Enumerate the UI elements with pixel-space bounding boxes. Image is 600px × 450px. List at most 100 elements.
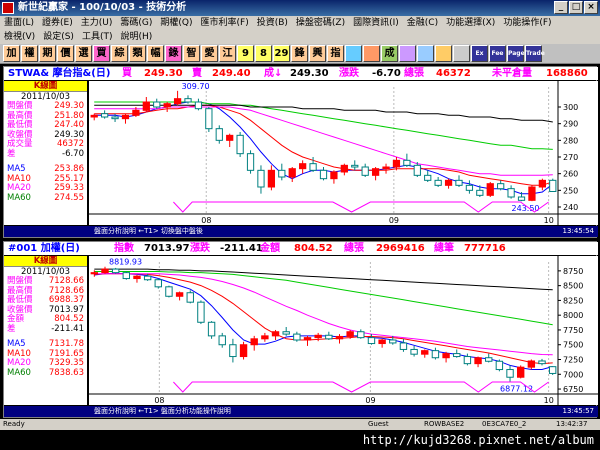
candle: [121, 114, 130, 120]
toolbar-button-7[interactable]: 綜: [111, 45, 128, 62]
menu-item-5[interactable]: 期權(Q): [156, 16, 196, 30]
candle: [267, 169, 276, 188]
x-tick-label: 08: [201, 216, 211, 225]
toolbar-button-17[interactable]: 鋒: [291, 45, 308, 62]
menu-item-8[interactable]: 操盤密碼(Z): [292, 16, 349, 30]
toolbar-button-5[interactable]: 選: [75, 45, 92, 62]
menu-item-2[interactable]: 證券(E): [38, 16, 77, 30]
info-row: 差 -6.70: [4, 149, 87, 160]
candle: [257, 169, 265, 188]
menu-item-12[interactable]: 功能操作(F): [499, 16, 555, 30]
toolbar-button-13[interactable]: 江: [219, 45, 236, 62]
candle: [288, 168, 296, 178]
toolbar-button-18[interactable]: 興: [309, 45, 326, 62]
candle: [465, 184, 474, 191]
menu-item-4[interactable]: 說明(H): [116, 30, 156, 44]
toolbar-button-12[interactable]: 愛: [201, 45, 218, 62]
volume-value: 46372: [436, 68, 471, 79]
maximize-button[interactable]: □: [569, 1, 583, 14]
candle: [497, 183, 505, 190]
toolbar-button-24[interactable]: [417, 45, 434, 62]
toolbar-button-3[interactable]: 期: [39, 45, 56, 62]
series-line-ma60: [94, 271, 553, 326]
toolbar-button-11[interactable]: 智: [183, 45, 200, 62]
toolbar-button-19[interactable]: 指: [327, 45, 344, 62]
menu-item-2[interactable]: 設定(S): [39, 30, 78, 44]
candle: [399, 342, 408, 350]
toolbar-button-6[interactable]: 買: [93, 45, 110, 62]
menu-item-11[interactable]: 功能選擇(X): [442, 16, 499, 30]
toolbar-button-9[interactable]: 幅: [147, 45, 164, 62]
candle: [101, 268, 109, 274]
info-row: 差 -211.41: [4, 324, 87, 335]
change-label: 漲跌: [339, 68, 359, 79]
x-tick-label: 09: [389, 216, 399, 225]
index-label: 指數: [114, 243, 134, 254]
toolbar-button-26[interactable]: [453, 45, 470, 62]
toolbar-button-4[interactable]: 價: [57, 45, 74, 62]
minimize-button[interactable]: _: [554, 1, 568, 14]
sell-label: 賣: [192, 68, 202, 79]
toolbar-button-22[interactable]: 成: [381, 45, 398, 62]
y-tick-label: 7000: [563, 370, 583, 379]
candle: [132, 109, 140, 116]
menu-item-1[interactable]: 檢視(V): [0, 30, 39, 44]
toolbar-button-29[interactable]: Page: [507, 45, 525, 62]
candlestick-chart[interactable]: 300 290 280 270 260 250 240 08 09 10 309.70 243.50: [89, 81, 598, 226]
toolbar-button-28[interactable]: Fee: [489, 45, 506, 62]
candle: [122, 272, 131, 280]
toolbar-button-30[interactable]: Trade: [525, 45, 545, 62]
x-tick-label: 08: [154, 396, 164, 405]
toolbar-button-1[interactable]: 加: [3, 45, 20, 62]
menu-item-9[interactable]: 國際資訊(I): [349, 16, 403, 30]
low-annotation: 6877.12: [500, 385, 533, 394]
menu-item-1[interactable]: 畫面(L): [0, 16, 38, 30]
panel-status: 盤面分析說明 ←T1> 盤面分析功能操作說明 13:45:57: [4, 406, 598, 417]
deal-price: 249.30: [290, 68, 329, 79]
toolbar-button-10[interactable]: 錄: [165, 45, 182, 62]
toolbar-button-21[interactable]: [363, 45, 380, 62]
menu-item-6[interactable]: 匯市利率(F): [197, 16, 253, 30]
menu-item-7[interactable]: 投資(B): [253, 16, 292, 30]
menu-item-4[interactable]: 籌碼(G): [116, 16, 156, 30]
toolbar-button-25[interactable]: [435, 45, 452, 62]
toolbar-button-20[interactable]: [345, 45, 362, 62]
candle: [309, 163, 317, 171]
status-user: Guest: [368, 420, 389, 428]
close-button[interactable]: ×: [584, 1, 598, 14]
toolbar-button-15[interactable]: 8: [255, 45, 272, 62]
candle: [527, 360, 536, 368]
candle: [236, 134, 244, 155]
toolbar-button-14[interactable]: 9: [237, 45, 254, 62]
y-tick-label: 7750: [563, 326, 583, 335]
menu-item-3[interactable]: 主力(U): [77, 16, 117, 30]
symbol-name: #001 加權(日): [8, 243, 80, 254]
open-interest-value: 168860: [546, 68, 588, 79]
toolbar-button-23[interactable]: [399, 45, 416, 62]
candle: [517, 196, 526, 201]
high-annotation: 8819.93: [109, 258, 142, 267]
status-ready: Ready: [3, 420, 25, 428]
window-controls: _ □ ×: [554, 1, 598, 14]
candle: [165, 286, 173, 297]
change-label: 漲跌: [190, 243, 210, 254]
toolbar-button-2[interactable]: 權: [21, 45, 38, 62]
count-label: 總筆: [434, 243, 454, 254]
candle: [197, 301, 205, 323]
menu-item-10[interactable]: 金融(C): [403, 16, 442, 30]
panel-status-text: 盤面分析說明 ←T1> 切換盤中盤後: [94, 227, 203, 235]
indicator-line: [173, 201, 549, 213]
symbol-name: STWA& 摩台指&(日): [8, 68, 111, 79]
menu-item-3[interactable]: 工具(T): [78, 30, 117, 44]
toolbar-button-16[interactable]: 29: [273, 45, 290, 62]
candle: [548, 366, 557, 374]
y-tick-label: 250: [563, 186, 578, 195]
toolbar-button-27[interactable]: Ex: [471, 45, 488, 62]
x-tick-label: 09: [365, 396, 375, 405]
candlestick-chart[interactable]: 8750 8500 8250 8000 7750 7500 7250 7000 6750 08 09…: [89, 256, 598, 406]
candle: [261, 335, 269, 340]
status-bar: Ready Guest ROWBASE2 0E3CA7E0_2 13:42:37: [0, 419, 600, 430]
candle: [361, 166, 369, 176]
toolbar-button-8[interactable]: 類: [129, 45, 146, 62]
candle: [153, 101, 161, 108]
